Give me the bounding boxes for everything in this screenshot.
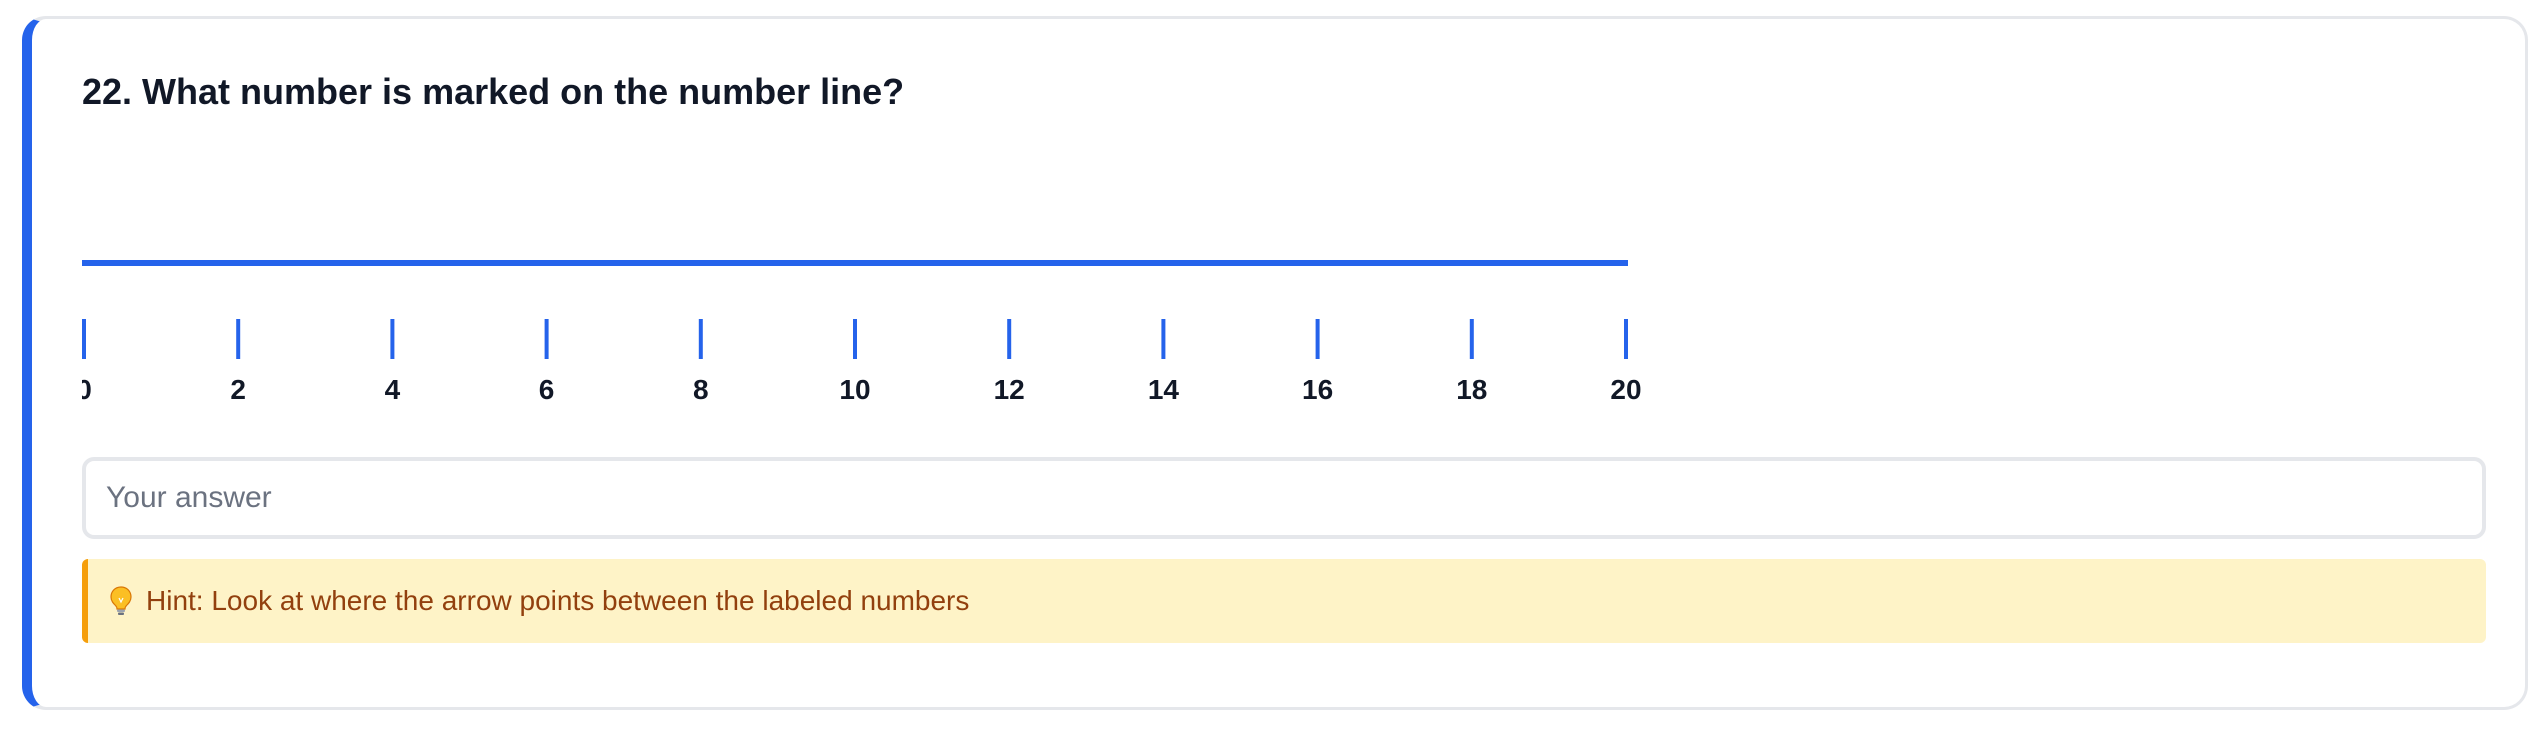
- tick-label: 14: [1148, 374, 1180, 405]
- hint-text: Hint: Look at where the arrow points bet…: [146, 585, 970, 616]
- tick-label: 10: [839, 374, 870, 405]
- tick-label: 8: [693, 374, 709, 405]
- question-title: 22. What number is marked on the number …: [82, 71, 905, 112]
- lightbulb-icon: [110, 586, 132, 616]
- number-line-labels: 0 2 4 6 8 10 12 14 16 18 20: [82, 374, 1642, 405]
- number-line-graphic: 0 2 4 6 8 10 12 14 16 18 20: [82, 260, 1642, 405]
- answer-input[interactable]: [82, 457, 2486, 539]
- tick-label: 2: [230, 374, 246, 405]
- tick-label: 18: [1456, 374, 1487, 405]
- tick-label: 4: [385, 374, 401, 405]
- tick-label: 16: [1302, 374, 1333, 405]
- question-card: 22. What number is marked on the number …: [22, 16, 2528, 710]
- number-line-ticks: [82, 319, 1628, 359]
- tick-label: 0: [82, 374, 92, 405]
- number-line: 0 2 4 6 8 10 12 14 16 18 20: [82, 219, 1682, 419]
- tick-label: 6: [539, 374, 555, 405]
- tick-label: 20: [1610, 374, 1641, 405]
- hint-box: Hint: Look at where the arrow points bet…: [82, 559, 2486, 643]
- tick-label: 12: [994, 374, 1025, 405]
